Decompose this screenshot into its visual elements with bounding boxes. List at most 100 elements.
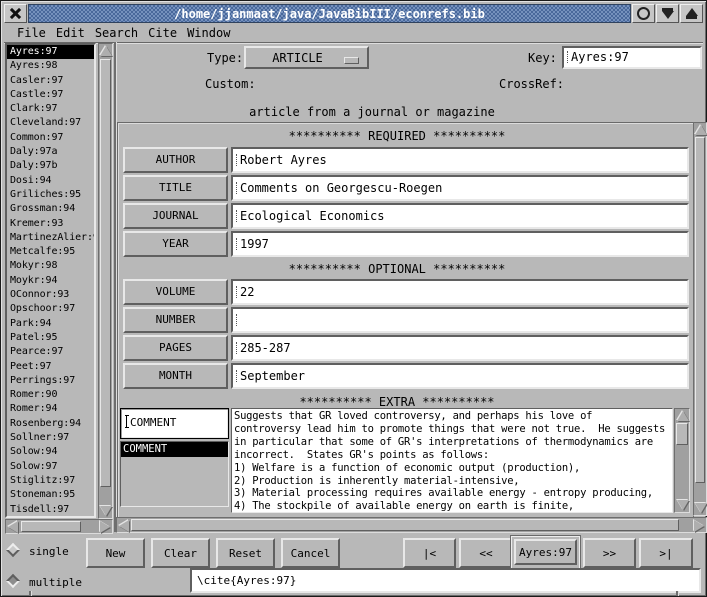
bib-key-list[interactable]: Ayres:97Ayres:98Casler:97Castle:97Clark:… — [5, 43, 96, 518]
field-label-author[interactable]: AUTHOR — [123, 147, 228, 173]
scroll-right-arrow[interactable] — [100, 521, 110, 533]
bib-key-item[interactable]: Opschoor:97 — [7, 302, 94, 316]
window-menu-button[interactable] — [632, 4, 655, 23]
scroll-thumb[interactable] — [695, 137, 705, 483]
comment-textarea[interactable]: Suggests that GR loved controversy, and … — [232, 409, 672, 512]
menu-cite[interactable]: Cite — [148, 26, 177, 40]
field-label-month[interactable]: MONTH — [123, 363, 228, 389]
bib-key-item[interactable]: Metcalfe:95 — [7, 245, 94, 259]
bib-key-item[interactable]: Perrings:97 — [7, 374, 94, 388]
scroll-up-arrow[interactable] — [695, 125, 707, 135]
bib-list-hscrollbar[interactable] — [5, 519, 113, 534]
year-field[interactable]: 1997 — [231, 231, 689, 257]
iconify-button[interactable] — [656, 4, 679, 23]
cite-command-field[interactable]: \cite{Ayres:97} — [190, 568, 701, 593]
scroll-thumb[interactable] — [131, 519, 679, 531]
close-button[interactable] — [4, 4, 27, 23]
form-vscrollbar[interactable] — [693, 122, 707, 516]
menu-window[interactable]: Window — [187, 26, 230, 40]
bib-key-item[interactable]: Solow:94 — [7, 445, 94, 459]
multiple-radio[interactable]: multiple — [1, 571, 111, 595]
field-label-volume[interactable]: VOLUME — [123, 279, 228, 305]
bib-key-item[interactable]: Solow:97 — [7, 460, 94, 474]
scroll-up-arrow[interactable] — [677, 411, 689, 421]
field-label-number[interactable]: NUMBER — [123, 307, 228, 333]
bib-key-item[interactable]: MartinezAlier:9 — [7, 231, 94, 245]
cancel-button[interactable]: Cancel — [281, 538, 340, 568]
bib-key-item[interactable]: Pearce:97 — [7, 345, 94, 359]
bib-key-item[interactable]: Cleveland:97 — [7, 116, 94, 130]
extra-field-name-input[interactable]: COMMENT — [120, 408, 229, 439]
bib-key-item[interactable]: Stiglitz:97 — [7, 474, 94, 488]
pages-field[interactable]: 285-287 — [231, 335, 689, 361]
bib-key-item[interactable]: Grossman:94 — [7, 202, 94, 216]
bib-key-item[interactable]: Clark:97 — [7, 102, 94, 116]
bib-key-item[interactable]: Romer:94 — [7, 402, 94, 416]
comment-vscrollbar[interactable] — [674, 408, 690, 513]
bib-key-item[interactable]: Griliches:95 — [7, 188, 94, 202]
field-label-pages[interactable]: PAGES — [123, 335, 228, 361]
scroll-down-arrow[interactable] — [100, 506, 112, 516]
title-field[interactable]: Comments on Georgescu-Roegen — [231, 175, 689, 201]
nav-prev-button[interactable]: << — [459, 538, 513, 568]
month-field[interactable]: September — [231, 363, 689, 389]
bib-key-item[interactable]: Mokyr:98 — [7, 259, 94, 273]
author-field[interactable]: Robert Ayres — [231, 147, 689, 173]
bib-key-item[interactable]: Sollner:97 — [7, 431, 94, 445]
key-field[interactable]: Ayres:97 — [562, 46, 702, 69]
bib-key-item[interactable]: Tisdell:97 — [7, 503, 94, 517]
field-label-journal[interactable]: JOURNAL — [123, 203, 228, 229]
scroll-left-arrow[interactable] — [8, 521, 18, 533]
scroll-thumb[interactable] — [676, 423, 688, 445]
bib-key-item[interactable]: Park:94 — [7, 317, 94, 331]
menu-file[interactable]: File — [17, 26, 46, 40]
type-dropdown[interactable]: ARTICLE — [244, 46, 369, 69]
bib-key-item[interactable]: Ayres:98 — [7, 59, 94, 73]
scroll-down-arrow[interactable] — [695, 503, 707, 513]
extra-section-header: ********** EXTRA ********** — [117, 395, 677, 409]
journal-field[interactable]: Ecological Economics — [231, 203, 689, 229]
scroll-left-arrow[interactable] — [119, 520, 129, 532]
nav-first-button[interactable]: |< — [403, 538, 456, 568]
menu-search[interactable]: Search — [95, 26, 138, 40]
clear-button[interactable]: Clear — [151, 538, 210, 568]
nav-current-button[interactable]: Ayres:97 — [514, 539, 577, 565]
bib-key-item[interactable]: Romer:90 — [7, 388, 94, 402]
bib-key-item[interactable]: Kremer:93 — [7, 217, 94, 231]
scroll-up-arrow[interactable] — [100, 46, 112, 56]
field-label-title[interactable]: TITLE — [123, 175, 228, 201]
scroll-thumb[interactable] — [21, 521, 81, 532]
nav-last-button[interactable]: >| — [639, 538, 693, 568]
single-radio[interactable]: single — [1, 538, 86, 566]
bib-key-item[interactable]: Stoneman:95 — [7, 488, 94, 502]
bib-key-item[interactable]: Casler:97 — [7, 74, 94, 88]
maximize-button[interactable] — [680, 4, 703, 23]
bib-key-item[interactable]: OConnor:93 — [7, 288, 94, 302]
bib-key-item[interactable]: Ayres:97 — [7, 45, 94, 59]
bib-key-item[interactable]: Rosenberg:94 — [7, 417, 94, 431]
bib-key-item[interactable]: Daly:97a — [7, 145, 94, 159]
bib-list-vscrollbar[interactable] — [98, 43, 113, 519]
number-field[interactable] — [231, 307, 689, 333]
scroll-right-arrow[interactable] — [694, 520, 704, 532]
bib-key-item[interactable]: Daly:97b — [7, 159, 94, 173]
extra-field-item[interactable]: COMMENT — [121, 442, 228, 457]
bib-key-item[interactable]: Common:97 — [7, 131, 94, 145]
volume-field[interactable]: 22 — [231, 279, 689, 305]
bib-key-item[interactable]: Patel:95 — [7, 331, 94, 345]
menu-edit[interactable]: Edit — [56, 26, 85, 40]
bib-key-item[interactable]: Moykr:94 — [7, 274, 94, 288]
scroll-down-arrow[interactable] — [677, 500, 689, 510]
nav-next-button[interactable]: >> — [583, 538, 636, 568]
scroll-thumb[interactable] — [100, 59, 111, 487]
extra-field-list[interactable]: COMMENT — [120, 441, 229, 507]
bib-key-item[interactable]: Castle:97 — [7, 88, 94, 102]
bib-key-item[interactable]: Peet:97 — [7, 360, 94, 374]
new-button[interactable]: New — [86, 538, 145, 568]
reset-button[interactable]: Reset — [216, 538, 275, 568]
field-label-year[interactable]: YEAR — [123, 231, 228, 257]
radio-diamond-icon[interactable] — [6, 543, 20, 557]
bib-key-item[interactable]: Dosi:94 — [7, 174, 94, 188]
form-hscrollbar[interactable] — [116, 517, 707, 533]
radio-diamond-icon[interactable] — [6, 574, 20, 588]
